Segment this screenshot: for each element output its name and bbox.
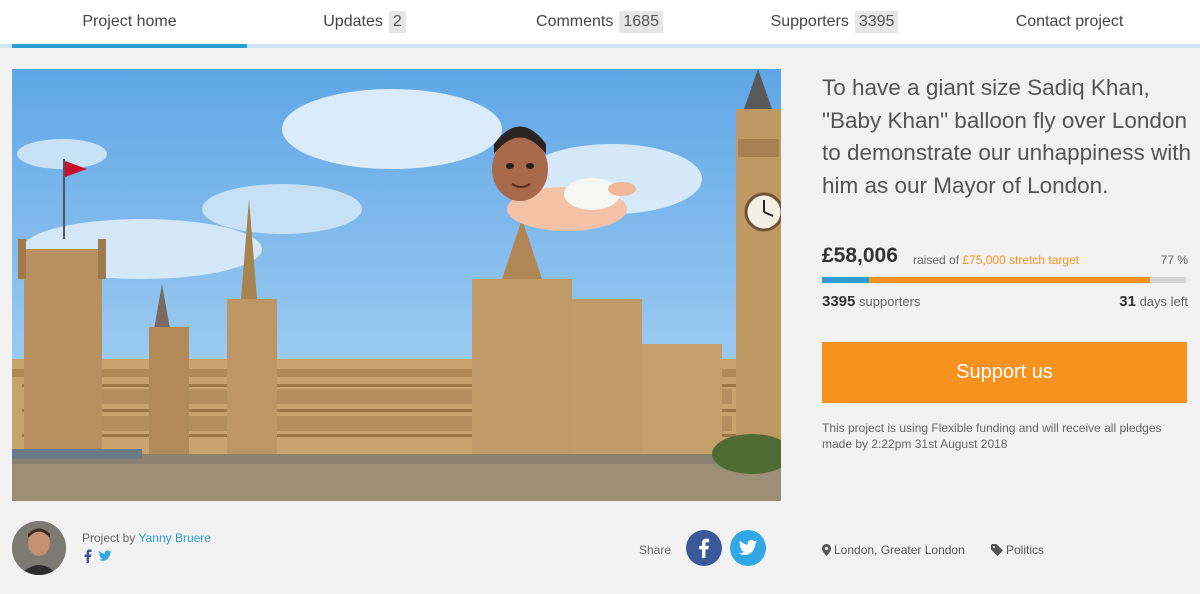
twitter-icon (738, 540, 758, 555)
twitter-icon[interactable] (98, 549, 112, 563)
tab-active-indicator (12, 44, 247, 48)
creator-byline: Project by Yanny Bruere (82, 531, 211, 545)
tag-icon (991, 544, 1003, 556)
tab-supporters[interactable]: Supporters 3395 (717, 0, 952, 44)
facebook-icon[interactable] (82, 549, 94, 563)
funding-summary: £58,006 raised of £75,000 stretch target… (822, 244, 1188, 272)
facebook-icon (699, 538, 710, 558)
project-tabs: Project home Updates 2 Comments 1685 Sup… (0, 0, 1200, 48)
tab-updates[interactable]: Updates 2 (247, 0, 482, 44)
tab-label: Supporters (770, 13, 849, 30)
comments-count-badge: 1685 (619, 11, 663, 33)
share-twitter-button[interactable] (730, 530, 766, 566)
share-facebook-button[interactable] (686, 530, 722, 566)
funded-percent: 77 % (1160, 253, 1188, 267)
funding-note: This project is using Flexible funding a… (822, 421, 1162, 451)
support-us-button[interactable]: Support us (822, 342, 1187, 403)
tab-label: Updates (323, 13, 383, 30)
category-label: Politics (1006, 543, 1045, 557)
progress-stretch-segment (869, 277, 1150, 283)
project-location[interactable]: London, Greater London (822, 543, 965, 557)
supporters-stat: 3395 supporters (822, 293, 921, 310)
raised-of-label: raised of (913, 253, 960, 267)
stretch-target: £75,000 stretch target (962, 253, 1080, 267)
raised-of-target: raised of £75,000 stretch target (913, 253, 1079, 267)
supporters-label: supporters (859, 294, 921, 309)
creator-avatar[interactable] (12, 521, 66, 575)
updates-count-badge: 2 (388, 11, 406, 33)
parliament-illustration (12, 69, 781, 501)
supporters-count-badge: 3395 (854, 11, 899, 33)
tab-label: Project home (82, 13, 177, 30)
creator-name-link[interactable]: Yanny Bruere (138, 531, 211, 545)
days-count: 31 (1119, 293, 1136, 310)
project-headline: To have a giant size Sadiq Khan, "Baby K… (822, 75, 1191, 198)
project-hero-image (12, 69, 781, 501)
tab-comments[interactable]: Comments 1685 (482, 0, 717, 44)
tab-contact-project[interactable]: Contact project (952, 0, 1187, 44)
location-label: London, Greater London (834, 543, 965, 557)
funding-progress-bar (822, 277, 1186, 283)
days-label: days left (1139, 294, 1188, 309)
creator-social-links (82, 549, 112, 563)
tab-project-home[interactable]: Project home (12, 0, 247, 44)
share-label: Share (639, 543, 672, 557)
map-marker-icon (822, 544, 831, 556)
byline-prefix: Project by (82, 531, 136, 545)
project-stats: 3395 supporters 31 days left (822, 293, 1188, 313)
progress-funded-segment (822, 277, 869, 283)
project-category[interactable]: Politics (991, 543, 1044, 557)
days-left-stat: 31 days left (1119, 293, 1188, 310)
supporters-count: 3395 (822, 293, 856, 310)
tab-label: Contact project (1015, 13, 1124, 30)
amount-raised: £58,006 (822, 244, 898, 267)
tab-label: Comments (536, 13, 614, 30)
